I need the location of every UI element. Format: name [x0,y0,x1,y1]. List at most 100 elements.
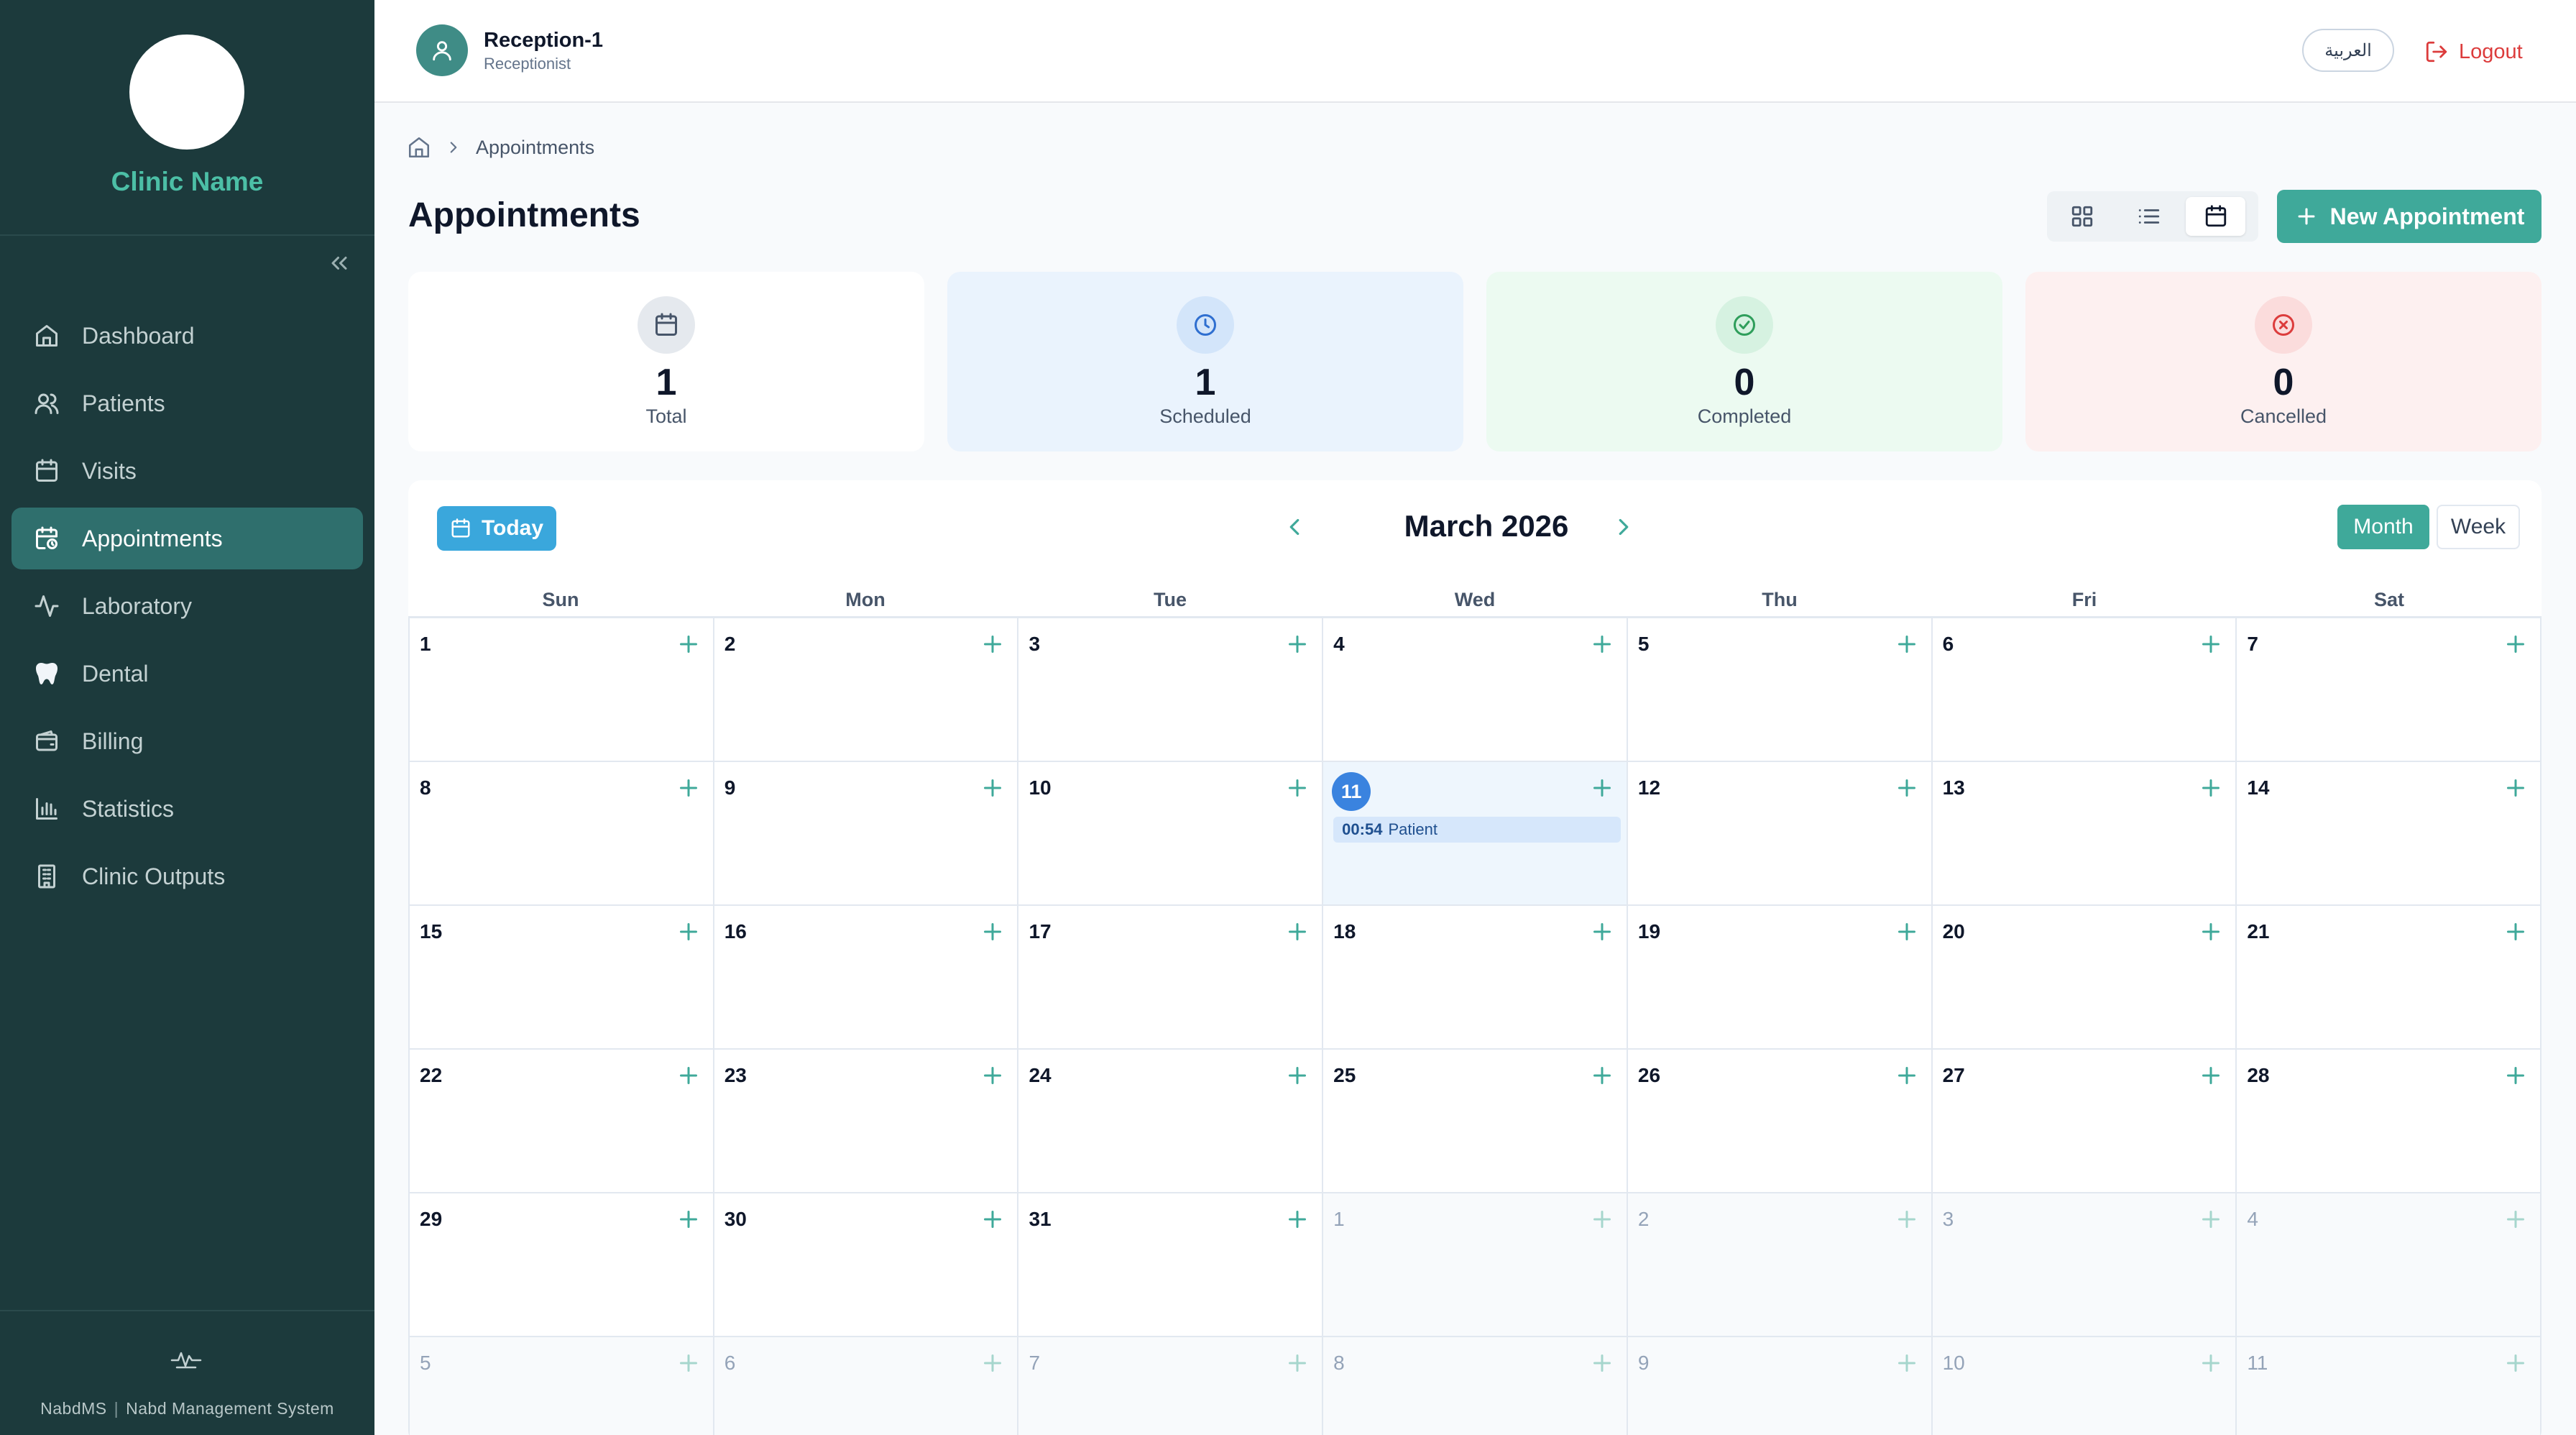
add-appointment-icon[interactable] [1284,1350,1310,1376]
sidebar-item-laboratory[interactable]: Laboratory [12,575,363,637]
user-avatar-icon[interactable] [416,24,468,76]
calendar-day[interactable]: 9 [1627,1337,1933,1435]
add-appointment-icon[interactable] [1589,1063,1615,1088]
calendar-day[interactable]: 28 [2237,1050,2542,1192]
calendar-day[interactable]: 25 [1323,1050,1628,1192]
calendar-day[interactable]: 8 [408,762,714,904]
add-appointment-icon[interactable] [980,1063,1006,1088]
calendar-day[interactable]: 8 [1323,1337,1628,1435]
calendar-day[interactable]: 3 [1018,618,1324,761]
add-appointment-icon[interactable] [676,1350,702,1376]
add-appointment-icon[interactable] [1284,1206,1310,1232]
calendar-day[interactable]: 31 [1018,1193,1324,1336]
add-appointment-icon[interactable] [676,1206,702,1232]
add-appointment-icon[interactable] [980,1206,1006,1232]
add-appointment-icon[interactable] [2198,919,2224,945]
calendar-day[interactable]: 1 [408,618,714,761]
new-appointment-button[interactable]: New Appointment [2277,190,2542,243]
sidebar-item-statistics[interactable]: Statistics [12,778,363,840]
calendar-day[interactable]: 27 [1932,1050,2237,1192]
add-appointment-icon[interactable] [2503,775,2529,801]
calendar-day[interactable]: 19 [1627,906,1933,1048]
calendar-day[interactable]: 6 [1932,618,2237,761]
home-icon[interactable] [407,135,431,160]
add-appointment-icon[interactable] [1894,1063,1920,1088]
add-appointment-icon[interactable] [1894,775,1920,801]
calendar-day[interactable]: 2 [714,618,1019,761]
sidebar-item-patients[interactable]: Patients [12,372,363,434]
calendar-day[interactable]: 20 [1932,906,2237,1048]
add-appointment-icon[interactable] [1284,775,1310,801]
add-appointment-icon[interactable] [676,919,702,945]
calendar-day[interactable]: 10 [1932,1337,2237,1435]
calendar-day[interactable]: 18 [1323,906,1628,1048]
add-appointment-icon[interactable] [980,775,1006,801]
next-month-button[interactable] [1607,510,1640,544]
sidebar-item-appointments[interactable]: Appointments [12,508,363,569]
calendar-day[interactable]: 1 [1323,1193,1628,1336]
appointment-event[interactable]: 00:54 Patient [1333,817,1622,843]
add-appointment-icon[interactable] [1589,631,1615,657]
calendar-day[interactable]: 5 [1627,618,1933,761]
calendar-view-button[interactable] [2186,197,2246,236]
add-appointment-icon[interactable] [2198,775,2224,801]
add-appointment-icon[interactable] [2198,1063,2224,1088]
calendar-day[interactable]: 23 [714,1050,1019,1192]
add-appointment-icon[interactable] [2503,1350,2529,1376]
sidebar-item-clinic-outputs[interactable]: Clinic Outputs [12,845,363,907]
calendar-day[interactable]: 12 [1627,762,1933,904]
calendar-day[interactable]: 21 [2237,906,2542,1048]
add-appointment-icon[interactable] [1894,919,1920,945]
grid-view-button[interactable] [2053,197,2112,236]
add-appointment-icon[interactable] [2198,1350,2224,1376]
add-appointment-icon[interactable] [1894,1350,1920,1376]
add-appointment-icon[interactable] [1894,1206,1920,1232]
today-button[interactable]: Today [437,506,556,551]
calendar-day[interactable]: 7 [1018,1337,1324,1435]
add-appointment-icon[interactable] [980,1350,1006,1376]
add-appointment-icon[interactable] [980,631,1006,657]
add-appointment-icon[interactable] [676,775,702,801]
add-appointment-icon[interactable] [2503,631,2529,657]
calendar-day[interactable]: 15 [408,906,714,1048]
logout-button[interactable]: Logout [2424,35,2523,69]
add-appointment-icon[interactable] [980,919,1006,945]
add-appointment-icon[interactable] [676,1063,702,1088]
calendar-day[interactable]: 30 [714,1193,1019,1336]
calendar-day[interactable]: 7 [2237,618,2542,761]
add-appointment-icon[interactable] [1589,919,1615,945]
add-appointment-icon[interactable] [2503,1063,2529,1088]
add-appointment-icon[interactable] [1284,631,1310,657]
calendar-day[interactable]: 24 [1018,1050,1324,1192]
prev-month-button[interactable] [1278,510,1311,544]
sidebar-item-dental[interactable]: Dental [12,643,363,705]
calendar-day[interactable]: 10 [1018,762,1324,904]
calendar-day[interactable]: 5 [408,1337,714,1435]
calendar-day[interactable]: 2 [1627,1193,1933,1336]
language-toggle-button[interactable]: العربية [2302,29,2394,72]
calendar-day[interactable]: 17 [1018,906,1324,1048]
week-view-button[interactable]: Week [2437,505,2520,549]
calendar-day[interactable]: 3 [1932,1193,2237,1336]
calendar-day[interactable]: 13 [1932,762,2237,904]
add-appointment-icon[interactable] [2503,1206,2529,1232]
add-appointment-icon[interactable] [1284,1063,1310,1088]
add-appointment-icon[interactable] [1589,775,1615,801]
add-appointment-icon[interactable] [2198,1206,2224,1232]
calendar-day[interactable]: 29 [408,1193,714,1336]
calendar-day[interactable]: 4 [1323,618,1628,761]
add-appointment-icon[interactable] [1284,919,1310,945]
add-appointment-icon[interactable] [2503,919,2529,945]
calendar-day[interactable]: 6 [714,1337,1019,1435]
calendar-day[interactable]: 4 [2237,1193,2542,1336]
add-appointment-icon[interactable] [1894,631,1920,657]
sidebar-item-visits[interactable]: Visits [12,440,363,502]
calendar-day[interactable]: 9 [714,762,1019,904]
list-view-button[interactable] [2120,197,2179,236]
sidebar-item-billing[interactable]: Billing [12,710,363,772]
calendar-day[interactable]: 22 [408,1050,714,1192]
calendar-day[interactable]: 26 [1627,1050,1933,1192]
calendar-day-today[interactable]: 11 00:54 Patient [1323,762,1628,904]
add-appointment-icon[interactable] [1589,1206,1615,1232]
calendar-day[interactable]: 16 [714,906,1019,1048]
